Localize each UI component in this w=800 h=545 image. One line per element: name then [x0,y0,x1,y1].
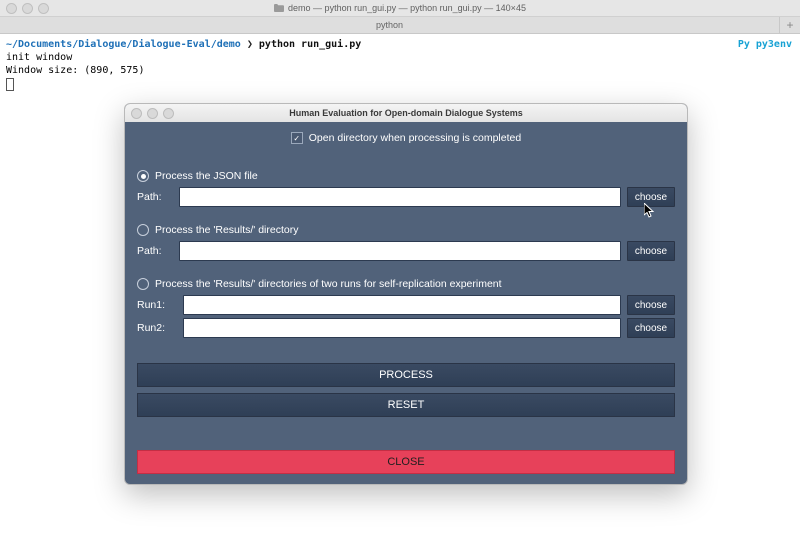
json-path-input[interactable] [179,187,621,207]
section-replication: Process the 'Results/' directories of tw… [137,278,675,341]
prompt-path: ~/Documents/Dialogue/Dialogue-Eval/demo [6,39,241,50]
reset-button[interactable]: RESET [137,393,675,417]
traffic-zoom-icon[interactable] [38,3,49,14]
radio-json-label: Process the JSON file [155,170,258,182]
traffic-close-icon[interactable] [131,108,142,119]
close-row: CLOSE [137,450,675,474]
radio-results-label: Process the 'Results/' directory [155,224,298,236]
json-choose-button[interactable]: choose [627,187,675,207]
close-button[interactable]: CLOSE [137,450,675,474]
radio-results-row[interactable]: Process the 'Results/' directory [137,224,675,236]
run2-row: Run2: choose [137,318,675,338]
prompt-command: python run_gui.py [259,39,361,50]
results-path-label: Path: [137,245,173,257]
run1-choose-button[interactable]: choose [627,295,675,315]
terminal-tab-label: python [376,20,403,30]
open-dir-label: Open directory when processing is comple… [309,132,521,144]
run1-label: Run1: [137,299,177,311]
process-button[interactable]: PROCESS [137,363,675,387]
terminal-traffic-lights[interactable] [6,3,49,14]
radio-results[interactable] [137,224,149,236]
gui-window: Human Evaluation for Open-domain Dialogu… [124,103,688,485]
run1-input[interactable] [183,295,621,315]
section-results: Process the 'Results/' directory Path: c… [137,224,675,264]
open-dir-checkbox-row: ✓ Open directory when processing is comp… [137,132,675,144]
run1-row: Run1: choose [137,295,675,315]
new-tab-button[interactable]: + [779,17,800,33]
radio-replication-row[interactable]: Process the 'Results/' directories of tw… [137,278,675,290]
run2-input[interactable] [183,318,621,338]
radio-replication[interactable] [137,278,149,290]
plus-icon: + [786,18,793,32]
run2-choose-button[interactable]: choose [627,318,675,338]
traffic-zoom-icon[interactable] [163,108,174,119]
terminal-cursor [6,77,794,95]
json-path-row: Path: choose [137,187,675,207]
prompt-separator: ❯ [247,39,253,50]
section-json: Process the JSON file Path: choose [137,170,675,210]
radio-json-row[interactable]: Process the JSON file [137,170,675,182]
folder-icon [274,4,284,12]
gui-body: ✓ Open directory when processing is comp… [125,122,687,484]
terminal-output-line: Window size: (890, 575) [6,64,794,77]
gui-titlebar: Human Evaluation for Open-domain Dialogu… [125,104,687,122]
traffic-minimize-icon[interactable] [147,108,158,119]
results-path-input[interactable] [179,241,621,261]
radio-replication-label: Process the 'Results/' directories of tw… [155,278,502,290]
terminal-titlebar: demo — python run_gui.py — python run_gu… [0,0,800,17]
env-indicator: Py py3env [738,38,792,51]
gui-title: Human Evaluation for Open-domain Dialogu… [289,108,523,118]
results-path-row: Path: choose [137,241,675,261]
terminal-title-text: demo — python run_gui.py — python run_gu… [288,3,526,13]
radio-json[interactable] [137,170,149,182]
open-dir-checkbox[interactable]: ✓ [291,132,303,144]
traffic-close-icon[interactable] [6,3,17,14]
terminal-output-line: init window [6,51,794,64]
traffic-minimize-icon[interactable] [22,3,33,14]
terminal-title: demo — python run_gui.py — python run_gu… [274,3,526,13]
results-choose-button[interactable]: choose [627,241,675,261]
json-path-label: Path: [137,191,173,203]
gui-traffic-lights[interactable] [131,108,174,119]
terminal-tab[interactable]: python [0,17,779,33]
run2-label: Run2: [137,322,177,334]
terminal-tabbar: python + [0,17,800,34]
terminal-line-prompt: ~/Documents/Dialogue/Dialogue-Eval/demo … [6,38,794,51]
action-buttons: PROCESS RESET [137,363,675,423]
